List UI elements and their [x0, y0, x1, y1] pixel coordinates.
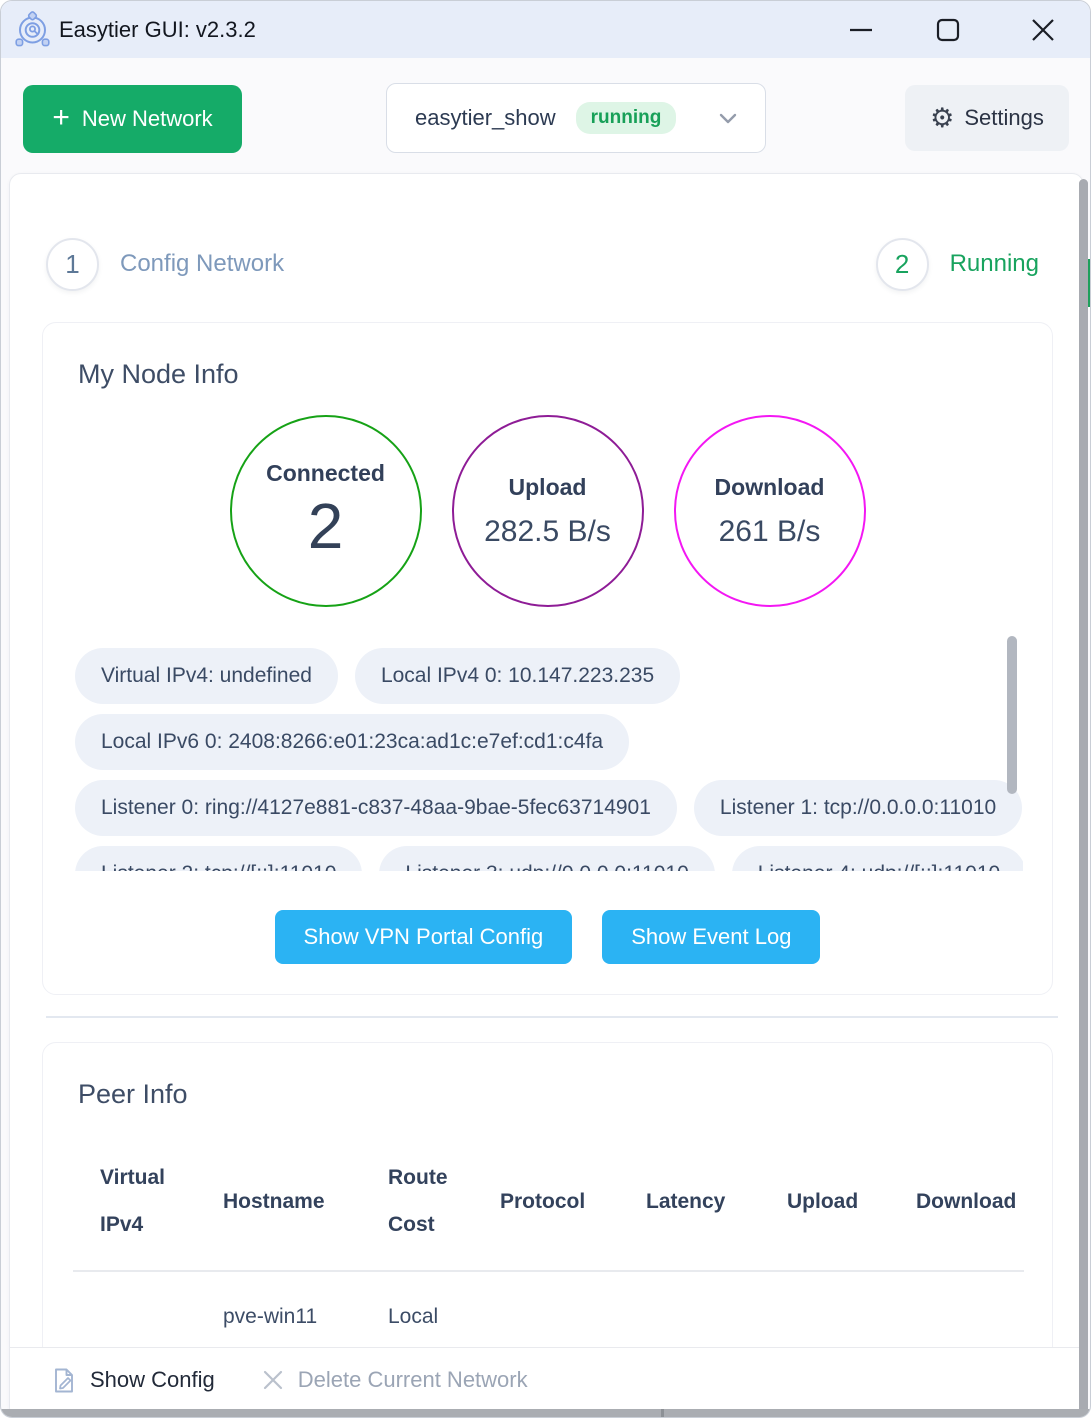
node-tags-list: Virtual IPv4: undefined Local IPv4 0: 10…: [75, 648, 1023, 871]
peer-info-card: Peer Info Virtual IPv4 Hostname Route Co…: [42, 1042, 1053, 1392]
new-network-label: New Network: [82, 106, 213, 132]
tag-listener-2: Listener 2: tcp://[::]:11010: [75, 846, 362, 871]
tag-listener-0: Listener 0: ring://4127e881-c837-48aa-9b…: [75, 780, 677, 836]
step-config-network: 1 Config Network: [46, 238, 284, 291]
delete-network-label: Delete Current Network: [298, 1367, 528, 1393]
peer-table-header: Virtual IPv4 Hostname Route Cost Protoco…: [78, 1153, 1018, 1249]
tag-listener-3: Listener 3: udp://0.0.0.0:11010: [379, 846, 714, 871]
new-network-button[interactable]: + New Network: [23, 85, 242, 153]
show-config-label: Show Config: [90, 1367, 215, 1393]
column-virtual-ipv4: Virtual IPv4: [78, 1154, 201, 1248]
connected-value: 2: [308, 489, 344, 563]
gear-icon: ⚙: [930, 105, 954, 132]
download-stat-circle: Download 261 B/s: [674, 415, 866, 607]
show-vpn-portal-config-button[interactable]: Show VPN Portal Config: [275, 910, 573, 964]
steps-bar: 1 Config Network 2 Running: [46, 236, 1039, 292]
vertical-scrollbar[interactable]: [1079, 179, 1088, 1418]
step-running: 2 Running: [876, 238, 1039, 291]
app-logo-icon: [14, 11, 51, 48]
connected-stat-circle: Connected 2: [230, 415, 422, 607]
tags-scrollbar[interactable]: [1007, 636, 1017, 794]
maximize-button[interactable]: [925, 1, 971, 58]
column-protocol: Protocol: [478, 1178, 624, 1225]
settings-button[interactable]: ⚙ Settings: [905, 85, 1069, 151]
step-1-circle: 1: [46, 238, 99, 291]
window-title: Easytier GUI: v2.3.2: [59, 1, 256, 58]
download-value: 261 B/s: [719, 515, 821, 549]
step-2-label: Running: [950, 250, 1039, 278]
tag-local-ipv4: Local IPv4 0: 10.147.223.235: [355, 648, 680, 704]
footer-bar: Show Config Delete Current Network: [10, 1347, 1083, 1418]
cell-virtual-ipv4: [78, 1305, 201, 1329]
chevron-down-icon: [715, 105, 741, 131]
delete-network-button[interactable]: Delete Current Network: [261, 1367, 528, 1393]
network-select-value: easytier_show: [415, 105, 556, 131]
horizontal-scrollbar[interactable]: [1, 1409, 1090, 1417]
upload-value: 282.5 B/s: [484, 515, 611, 549]
main-panel: 1 Config Network 2 Running My Node Info …: [9, 173, 1084, 1418]
app-window: Easytier GUI: v2.3.2 + New Network easyt…: [0, 0, 1091, 1418]
cell-route-cost: Local: [366, 1305, 478, 1329]
cell-hostname: pve-win11: [201, 1305, 366, 1329]
step-1-label: Config Network: [120, 250, 284, 278]
tag-listener-4: Listener 4: udp://[::]:11010: [732, 846, 1023, 871]
upload-label: Upload: [509, 474, 587, 501]
settings-label: Settings: [964, 105, 1044, 131]
column-route-cost: Route Cost: [366, 1154, 478, 1248]
node-info-card: My Node Info Connected 2 Upload 282.5 B/…: [42, 322, 1053, 995]
upload-stat-circle: Upload 282.5 B/s: [452, 415, 644, 607]
column-upload: Upload: [765, 1178, 894, 1225]
network-select[interactable]: easytier_show running: [386, 83, 766, 153]
column-latency: Latency: [624, 1178, 765, 1225]
tag-listener-1: Listener 1: tcp://0.0.0.0:11010: [694, 780, 1022, 836]
plus-icon: +: [52, 103, 70, 133]
table-row: pve-win11 Local: [78, 1305, 1018, 1329]
peer-info-title: Peer Info: [78, 1079, 188, 1110]
document-edit-icon: [50, 1367, 77, 1394]
scrollbar-tick: [661, 1409, 664, 1417]
titlebar: Easytier GUI: v2.3.2: [1, 1, 1090, 58]
close-x-icon: [261, 1368, 285, 1392]
section-divider: [46, 1016, 1058, 1018]
column-download: Download: [894, 1178, 1018, 1225]
close-button[interactable]: [1020, 1, 1066, 58]
show-event-log-button[interactable]: Show Event Log: [602, 910, 820, 964]
node-info-title: My Node Info: [78, 359, 239, 390]
network-status-badge: running: [576, 102, 677, 134]
toolbar: + New Network easytier_show running ⚙ Se…: [1, 58, 1090, 173]
node-stats: Connected 2 Upload 282.5 B/s Download 26…: [43, 415, 1052, 607]
tag-local-ipv6: Local IPv6 0: 2408:8266:e01:23ca:ad1c:e7…: [75, 714, 629, 770]
minimize-button[interactable]: [838, 1, 884, 58]
tag-virtual-ipv4: Virtual IPv4: undefined: [75, 648, 338, 704]
show-config-button[interactable]: Show Config: [50, 1367, 215, 1394]
table-header-divider: [73, 1270, 1024, 1272]
step-2-circle: 2: [876, 238, 929, 291]
download-label: Download: [715, 474, 825, 501]
column-hostname: Hostname: [201, 1178, 366, 1225]
connected-label: Connected: [266, 460, 385, 487]
